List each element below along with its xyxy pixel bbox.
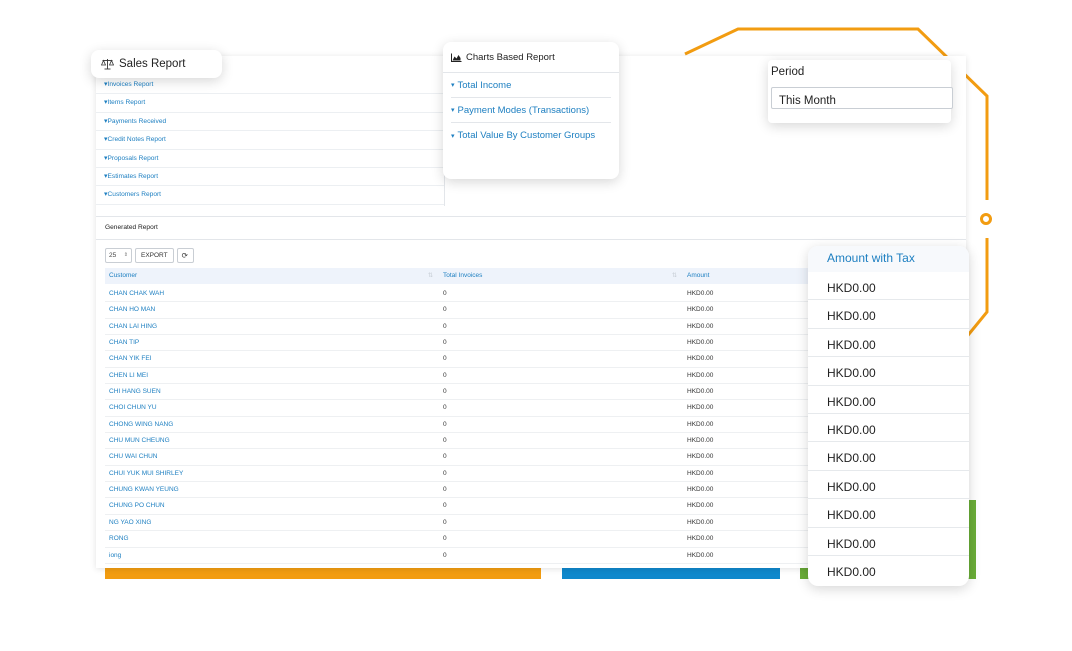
- decorative-dot: [980, 213, 992, 225]
- amount-with-tax-cell: HKD0.00: [808, 414, 969, 443]
- amount-with-tax-cell: HKD0.00: [808, 499, 969, 528]
- amount-with-tax-cell: HKD0.00: [808, 300, 969, 329]
- sort-icon: ⇅: [671, 273, 677, 279]
- amount-with-tax-cell: HKD0.00: [808, 471, 969, 500]
- customer-link[interactable]: CHU WAI CHUN: [105, 449, 439, 464]
- period-select[interactable]: This Month: [771, 87, 953, 109]
- customer-link[interactable]: CHOI CHUN YU: [105, 400, 439, 415]
- amount-with-tax-cell: HKD0.00: [808, 386, 969, 414]
- generated-report-title: Generated Report: [105, 224, 158, 231]
- customer-link[interactable]: CHAN TIP: [105, 335, 439, 350]
- total-invoices-cell: 0: [443, 322, 447, 330]
- total-invoices-cell: 0: [443, 535, 447, 543]
- charts-report-title: Charts Based Report: [466, 51, 555, 63]
- chart-link-payment-modes[interactable]: ▾ Payment Modes (Transactions): [451, 98, 611, 123]
- report-link-estimates[interactable]: ▾Estimates Report: [96, 168, 444, 187]
- customer-link[interactable]: CHUI YUK MUI SHIRLEY: [105, 466, 439, 481]
- customer-link[interactable]: RONG: [105, 531, 439, 546]
- report-link-credit-notes[interactable]: ▾Credit Notes Report: [96, 131, 444, 150]
- area-chart-icon: [451, 53, 462, 62]
- customer-link[interactable]: CHI HANG SUEN: [105, 384, 439, 399]
- divider: [96, 239, 966, 240]
- total-invoices-cell: 0: [443, 371, 447, 379]
- total-invoices-cell: 0: [443, 453, 447, 461]
- period-card: Period This Month: [768, 60, 953, 123]
- total-invoices-cell: 0: [443, 290, 447, 297]
- charts-report-card: Charts Based Report ▾ Total Income ▾ Payme…: [443, 42, 619, 179]
- customer-link[interactable]: CHAN LAI HING: [105, 319, 439, 334]
- column-header-customer[interactable]: Customer ⇅: [105, 268, 439, 284]
- total-invoices-cell: 0: [443, 486, 447, 494]
- total-invoices-cell: 0: [443, 388, 447, 396]
- customer-link[interactable]: CHU MUN CHEUNG: [105, 433, 439, 448]
- total-invoices-cell: 0: [443, 339, 447, 347]
- updown-icon: ⇕: [123, 252, 128, 258]
- total-invoices-cell: 0: [443, 551, 447, 559]
- table-controls: 25 ⇕ EXPORT ⟳: [105, 248, 194, 263]
- total-invoices-cell: 0: [443, 502, 447, 510]
- total-invoices-cell: 0: [443, 518, 447, 526]
- amount-with-tax-cell: HKD0.00: [808, 528, 969, 556]
- customer-link[interactable]: CHONG WING NANG: [105, 417, 439, 432]
- customer-link[interactable]: CHEN LI MEI: [105, 368, 439, 383]
- amount-with-tax-cell: HKD0.00: [808, 329, 969, 358]
- total-invoices-cell: 0: [443, 355, 447, 363]
- customer-link[interactable]: iong: [105, 548, 439, 563]
- amount-with-tax-cell: HKD0.00: [808, 442, 969, 471]
- customer-link[interactable]: NG YAO XING: [105, 515, 439, 530]
- divider: [96, 216, 966, 217]
- report-link-invoices[interactable]: ▾Invoices Report: [96, 76, 444, 95]
- report-link-proposals[interactable]: ▾Proposals Report: [96, 150, 444, 168]
- total-invoices-cell: 0: [443, 306, 447, 314]
- chart-link-total-income[interactable]: ▾ Total Income: [451, 73, 611, 98]
- charts-report-header: Charts Based Report: [443, 42, 619, 73]
- stage: ▾Invoices Report ▾Items Report ▾Payments…: [0, 0, 1072, 651]
- total-invoices-cell: 0: [443, 420, 447, 428]
- amount-with-tax-header: Amount with Tax: [808, 246, 969, 272]
- report-link-items[interactable]: ▾Items Report: [96, 94, 444, 113]
- total-invoices-cell: 0: [443, 404, 447, 412]
- amount-with-tax-cell: HKD0.00: [808, 357, 969, 386]
- amount-with-tax-card: Amount with Tax HKD0.00 HKD0.00 HKD0.00 HKD…: [808, 246, 969, 586]
- refresh-icon: ⟳: [181, 251, 188, 260]
- total-invoices-cell: 0: [443, 469, 447, 477]
- period-label: Period: [771, 66, 805, 78]
- balance-scale-icon: [101, 59, 114, 70]
- chart-link-customer-groups[interactable]: ▾ Total Value By Customer Groups: [451, 123, 611, 148]
- total-invoices-cell: 0: [443, 437, 447, 445]
- customer-link[interactable]: CHUNG PO CHUN: [105, 498, 439, 513]
- sales-report-title: Sales Report: [119, 58, 186, 70]
- report-link-payments[interactable]: ▾Payments Received: [96, 113, 444, 132]
- sales-report-card: Sales Report: [91, 50, 222, 78]
- report-link-customers[interactable]: ▾Customers Report: [96, 186, 444, 205]
- export-button[interactable]: EXPORT: [135, 248, 174, 263]
- refresh-button[interactable]: ⟳: [176, 248, 194, 263]
- page-size-select[interactable]: 25 ⇕: [105, 248, 132, 263]
- amount-with-tax-cell: HKD0.00: [808, 272, 969, 301]
- customer-link[interactable]: CHAN HO MAN: [105, 302, 439, 317]
- customer-link[interactable]: CHAN CHAK WAH: [105, 286, 439, 301]
- customer-link[interactable]: CHAN YIK FEI: [105, 351, 439, 366]
- sort-icon: ⇅: [427, 273, 433, 279]
- blue-accent-bar: [562, 567, 780, 579]
- amount-with-tax-cell: HKD0.00: [827, 564, 876, 579]
- customer-link[interactable]: CHUNG KWAN YEUNG: [105, 482, 439, 497]
- column-header-total-invoices[interactable]: Total Invoices ⇅: [439, 268, 683, 284]
- report-list: ▾Invoices Report ▾Items Report ▾Payments…: [96, 76, 444, 205]
